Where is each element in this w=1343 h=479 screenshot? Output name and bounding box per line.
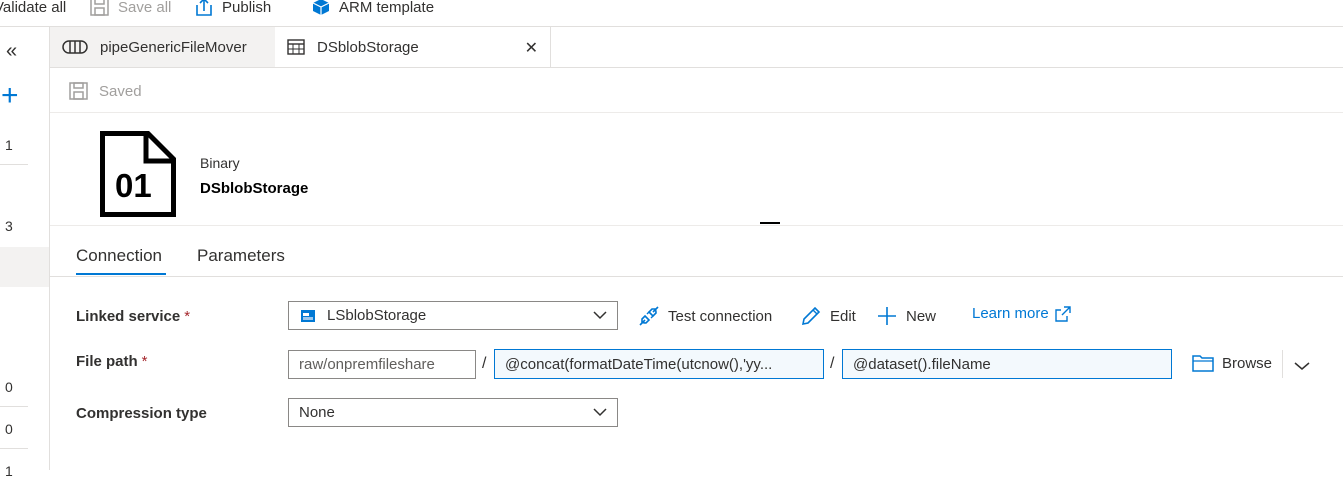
rail-count-3: 0 [5, 379, 13, 395]
rail-divider [0, 406, 28, 407]
tab-label: pipeGenericFileMover [100, 38, 247, 56]
tab-parameters[interactable]: Parameters [197, 246, 285, 266]
plug-icon [639, 306, 659, 326]
split-divider [1282, 350, 1283, 378]
folder-icon [1192, 355, 1214, 372]
linked-service-label-text: Linked service [76, 308, 181, 325]
linked-service-select[interactable]: LSblobStorage [288, 301, 618, 330]
resize-handle[interactable] [760, 222, 780, 224]
table-icon [287, 39, 305, 55]
arm-template-label: ARM template [339, 0, 435, 16]
file-path-file-value: @dataset().fileName [853, 355, 991, 373]
rail-count-4: 0 [5, 421, 13, 437]
pipeline-icon [62, 40, 88, 54]
compression-type-value: None [299, 404, 335, 421]
publish-button[interactable]: Publish [194, 0, 271, 18]
save-all-button[interactable]: Save all [90, 0, 171, 18]
test-connection-label: Test connection [668, 307, 773, 325]
left-rail: « + 1 3 0 0 1 [0, 27, 50, 479]
edit-button[interactable]: Edit [800, 305, 856, 327]
dataset-name: DSblobStorage [200, 180, 309, 197]
publish-label: Publish [222, 0, 272, 16]
path-separator: / [830, 355, 835, 372]
tab-connection[interactable]: Connection [76, 246, 162, 266]
validate-all-label: Validate all [0, 0, 67, 16]
save-icon [90, 0, 109, 16]
binary-file-icon-text: 01 [115, 167, 152, 204]
file-path-label-text: File path [76, 353, 138, 370]
linked-service-value: LSblobStorage [327, 307, 427, 324]
compression-type-select[interactable]: None [288, 398, 618, 427]
add-icon[interactable]: + [1, 81, 19, 111]
file-path-label: File path * [76, 353, 148, 370]
compression-type-label: Compression type [76, 405, 207, 422]
arm-template-button[interactable]: ARM template [311, 0, 434, 18]
file-path-container-input[interactable]: raw/onpremfileshare [288, 350, 476, 379]
collapse-icon[interactable]: « [6, 40, 17, 63]
file-path-directory-input[interactable]: @concat(formatDateTime(utcnow(),'yy... [494, 349, 824, 379]
dataset-type: Binary [200, 155, 240, 171]
path-separator: / [482, 355, 487, 372]
edit-label: Edit [830, 307, 856, 325]
file-path-file-input[interactable]: @dataset().fileName [842, 349, 1172, 379]
learn-more-link[interactable]: Learn more [972, 305, 1071, 322]
rail-count-5: 1 [5, 463, 13, 479]
active-tab-indicator [76, 273, 166, 275]
dataset-header: 01 Binary DSblobStorage [50, 113, 1343, 226]
dataset-toolbar: Saved [50, 68, 1343, 113]
validate-all-button[interactable]: Validate all [0, 0, 66, 18]
saved-status: Saved [69, 82, 142, 100]
close-tab-icon[interactable]: ✕ [525, 38, 538, 58]
rail-divider [0, 448, 28, 449]
test-connection-button[interactable]: Test connection [638, 305, 772, 327]
required-mark: * [141, 353, 148, 370]
top-toolbar: Validate all Save all Publish ARM templa… [0, 0, 1343, 27]
save-icon [69, 82, 88, 100]
dataset-subtabs: Connection Parameters [50, 226, 1343, 277]
new-button[interactable]: New [876, 305, 936, 327]
editor-tabstrip: pipeGenericFileMover DSblobStorage ✕ [50, 27, 1343, 68]
browse-label: Browse [1222, 354, 1273, 372]
browse-options-chevron-icon[interactable] [1294, 358, 1310, 375]
chevron-down-icon [593, 311, 607, 320]
rail-count-1: 1 [5, 137, 13, 153]
file-path-directory-value: @concat(formatDateTime(utcnow(),'yy... [505, 355, 773, 373]
linked-service-label: Linked service * [76, 308, 190, 325]
rail-selected-item[interactable] [0, 247, 49, 287]
plus-icon [878, 307, 896, 325]
publish-icon [196, 0, 212, 16]
required-mark: * [184, 308, 191, 325]
file-path-container-value: raw/onpremfileshare [299, 356, 435, 373]
saved-label: Saved [99, 82, 142, 100]
save-all-label: Save all [118, 0, 172, 16]
blob-storage-icon [301, 309, 315, 322]
browse-button[interactable]: Browse [1192, 354, 1272, 372]
pencil-icon [801, 306, 821, 326]
arm-template-icon [312, 0, 330, 15]
binary-file-icon: 01 [100, 131, 176, 217]
tab-dsblobstorage[interactable]: DSblobStorage ✕ [275, 27, 551, 67]
tab-pipegenericfilemover[interactable]: pipeGenericFileMover [50, 27, 275, 67]
new-label: New [906, 307, 937, 325]
chevron-down-icon [593, 408, 607, 417]
rail-count-2: 3 [5, 218, 13, 234]
learn-more-label: Learn more [972, 305, 1049, 322]
rail-divider [0, 164, 28, 165]
external-link-icon [1055, 305, 1071, 322]
tab-label: DSblobStorage [317, 38, 419, 56]
